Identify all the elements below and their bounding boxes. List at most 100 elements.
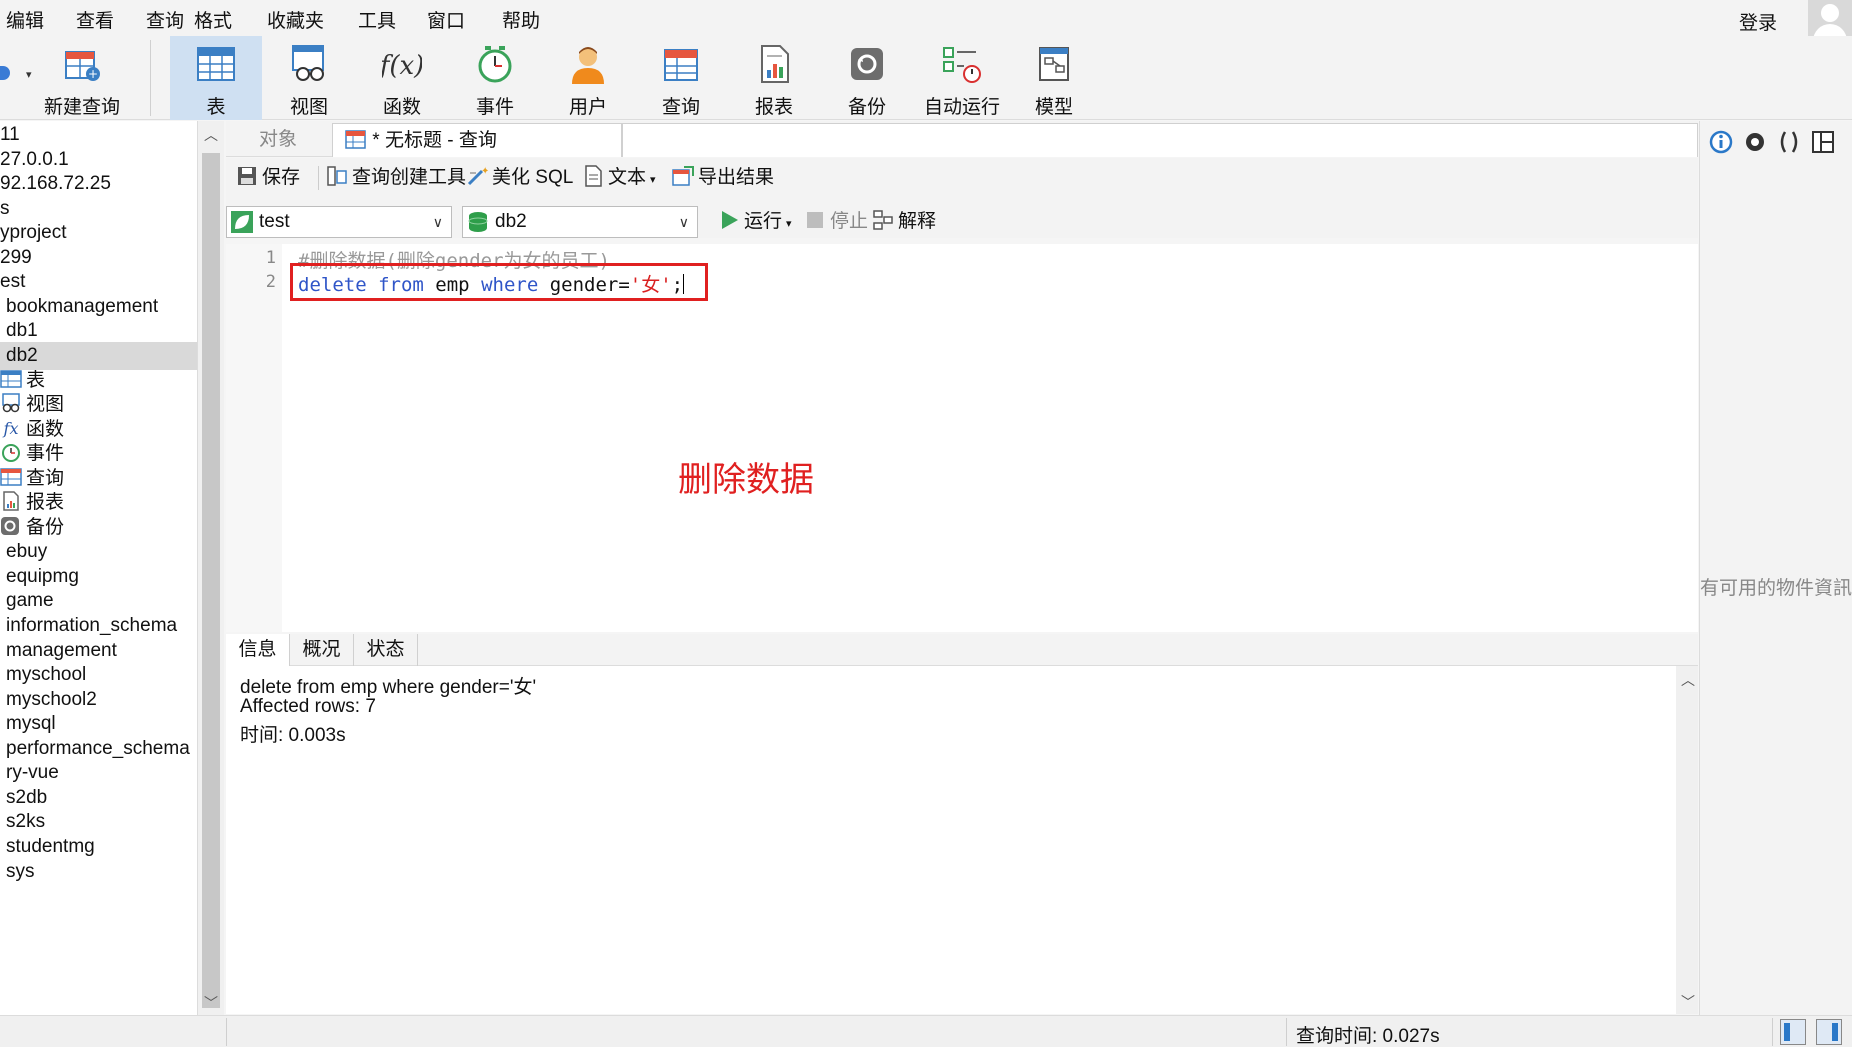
tool-function-button[interactable]: f(x) 函数 [356, 36, 448, 120]
tool-model-label: 模型 [1034, 97, 1073, 118]
status-separator [1286, 1018, 1287, 1046]
menu-format[interactable]: 格式 [194, 6, 232, 33]
export-icon [672, 166, 694, 186]
run-button[interactable]: 运行 ▾ [718, 208, 792, 238]
text-button[interactable]: 文本 ▾ [582, 164, 656, 194]
tab-status[interactable]: 状态 [354, 634, 418, 666]
sidebar-item-label: performance_schema [6, 737, 190, 759]
export-results-button[interactable]: 导出结果 [672, 164, 774, 192]
menu-view[interactable]: 查看 [76, 6, 114, 33]
annotation-label: 删除数据 [678, 461, 814, 499]
sidebar-item-label: 事件 [26, 443, 65, 465]
chevron-down-icon[interactable]: ▾ [26, 68, 32, 81]
query-builder-button[interactable]: 查询创建工具 [326, 164, 466, 192]
query-icon [664, 49, 698, 81]
preview-eye-icon[interactable] [1742, 129, 1768, 155]
tool-model-button[interactable]: 模型 [1008, 36, 1100, 120]
tab-info[interactable]: 信息 [226, 634, 290, 666]
svg-text:fx: fx [3, 419, 19, 438]
info-icon[interactable] [1708, 129, 1734, 155]
sidebar-item-label: 92.168.72.25 [0, 173, 111, 195]
layout-toggle-right-button[interactable] [1816, 1019, 1842, 1045]
tab-objects[interactable]: 对象 [226, 123, 330, 157]
sql-editor[interactable]: 1 2 #删除数据(删除gender为女的员工) delete from emp… [226, 244, 1698, 632]
explain-button[interactable]: 解释 [872, 208, 936, 236]
new-query-icon: + [65, 51, 100, 81]
scroll-up-arrow-icon[interactable]: ︿ [204, 125, 218, 145]
database-select[interactable]: db2 ∨ [462, 206, 698, 238]
tool-automation-label: 自动运行 [923, 97, 1000, 118]
report-icon [0, 491, 22, 511]
sidebar-item-label: management [6, 639, 117, 661]
tool-view-button[interactable]: 视图 [263, 36, 355, 120]
sidebar-item-label: ebuy [6, 541, 48, 563]
sidebar-item-label: 299 [0, 246, 32, 268]
layout-panel-icon[interactable] [1810, 129, 1836, 155]
tool-query-button[interactable]: 查询 [635, 36, 727, 120]
avatar[interactable] [1808, 0, 1852, 40]
backup-icon [0, 516, 22, 536]
tool-automation-button[interactable]: 自动运行 [914, 36, 1010, 120]
sidebar-item-label: equipmg [6, 565, 79, 587]
sidebar-item-label: ry-vue [6, 762, 59, 784]
tool-table-button[interactable]: 表 [170, 36, 262, 120]
sidebar-item-sys[interactable]: sys [0, 858, 197, 886]
sidebar-scrollbar[interactable]: ︿ ﹀ [198, 121, 224, 1015]
tool-user-button[interactable]: 用户 [542, 36, 634, 120]
tool-event-button[interactable]: 事件 [449, 36, 541, 120]
sidebar-item-label: db2 [6, 344, 38, 366]
connection-leaf-icon [231, 211, 253, 233]
ddl-brackets-icon[interactable] [1776, 129, 1802, 155]
sidebar-item-label: information_schema [6, 615, 178, 636]
sidebar-item-label: 报表 [26, 492, 65, 514]
menu-tools[interactable]: 工具 [358, 6, 396, 33]
result-scrollbar[interactable]: ︿ ﹀ [1676, 666, 1698, 1014]
event-clock-icon [478, 46, 512, 83]
chevron-down-icon: ▾ [786, 218, 792, 230]
scroll-down-arrow-icon[interactable]: ﹀ [204, 993, 218, 1013]
tool-event-label: 事件 [475, 97, 514, 118]
connection-icon[interactable] [0, 66, 10, 80]
tab-untitled-query[interactable]: * 无标题 - 查询 [332, 123, 622, 157]
result-line: Affected rows: 7 [240, 696, 376, 717]
menu-help[interactable]: 帮助 [502, 6, 540, 33]
layout-toggle-left-button[interactable] [1780, 1019, 1806, 1045]
chevron-down-icon: ∨ [432, 214, 443, 230]
save-button[interactable]: 保存 [236, 164, 300, 192]
scroll-up-arrow-icon[interactable]: ︿ [1681, 670, 1695, 690]
tab-overview[interactable]: 概况 [290, 634, 354, 666]
layout-right-icon [1832, 1023, 1838, 1041]
layout-left-icon [1784, 1023, 1790, 1041]
stop-button[interactable]: 停止 [804, 208, 868, 236]
sidebar-item-label: sys [6, 860, 35, 882]
no-info-message: 有可用的物件資訊 [1700, 578, 1852, 599]
status-separator [1772, 1018, 1773, 1046]
database-icon [468, 212, 488, 232]
backup-icon [851, 48, 883, 80]
tool-report-button[interactable]: 报表 [728, 36, 820, 120]
menu-edit[interactable]: 编辑 [6, 6, 44, 33]
sidebar-item-label: bookmanagement [6, 295, 159, 317]
database-select-value: db2 [495, 211, 527, 232]
view-icon [0, 393, 22, 413]
beautify-sql-button[interactable]: ✦ 美化 SQL [466, 164, 573, 192]
table-icon [197, 47, 235, 81]
login-link[interactable]: 登录 [1739, 8, 1777, 35]
menu-window[interactable]: 窗口 [427, 6, 465, 33]
result-output: delete from emp where gender='女' Affecte… [226, 666, 1698, 1014]
new-query-button[interactable]: + 新建查询 [36, 36, 128, 120]
tool-backup-label: 备份 [847, 97, 886, 118]
tool-backup-button[interactable]: 备份 [821, 36, 913, 120]
menu-query[interactable]: 查询 [146, 6, 184, 33]
sidebar-scroll-thumb[interactable] [202, 153, 220, 1008]
tool-user-label: 用户 [568, 97, 607, 118]
sidebar-item-label: 查询 [26, 467, 65, 489]
table-icon [0, 369, 22, 389]
status-bar: 查询时间: 0.027s [0, 1015, 1852, 1047]
menu-favorites[interactable]: 收藏夹 [267, 6, 324, 33]
scroll-down-arrow-icon[interactable]: ﹀ [1681, 992, 1695, 1012]
connection-select[interactable]: test ∨ [226, 206, 452, 238]
function-icon: f(x) [382, 51, 422, 81]
sidebar-item-label: db1 [6, 320, 38, 342]
result-line: 时间: 0.003s [240, 725, 346, 746]
